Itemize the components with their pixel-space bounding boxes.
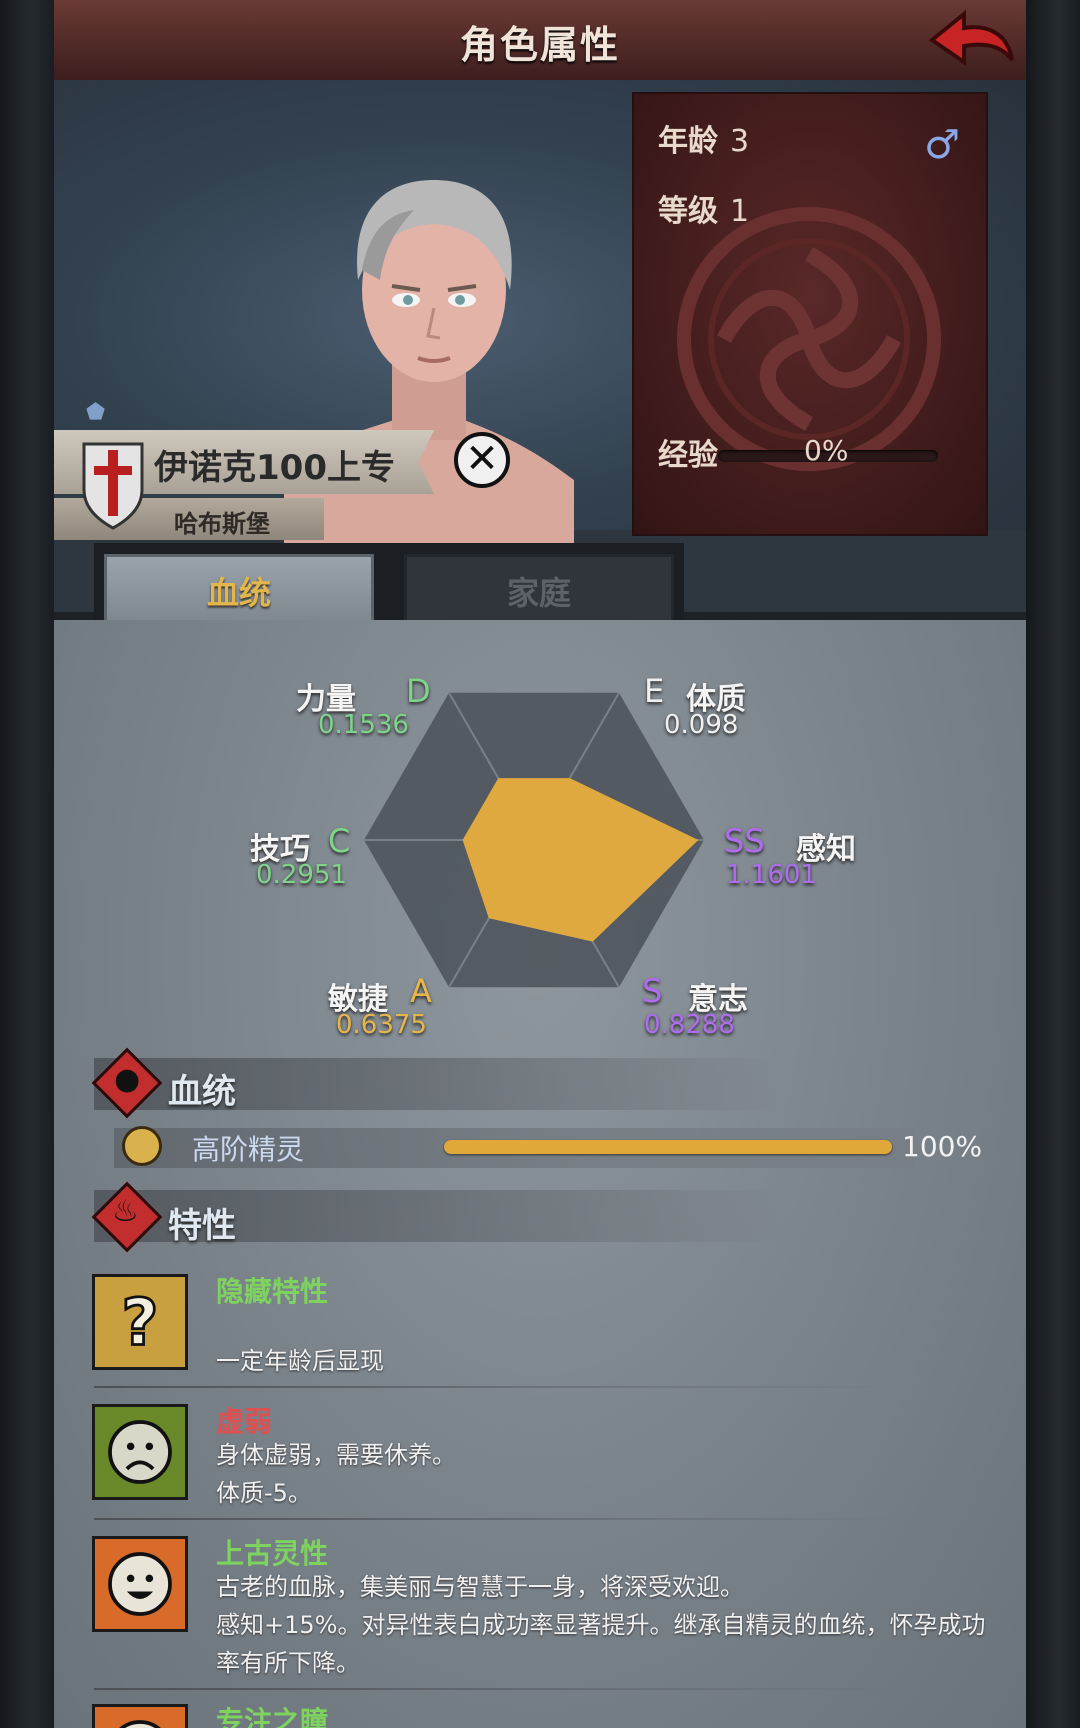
eye-icon[interactable] <box>92 1704 188 1728</box>
attr-grade-perception: SS <box>724 822 765 860</box>
tab-family[interactable]: 家庭 <box>404 554 674 626</box>
svg-text:?: ? <box>122 1287 159 1361</box>
trait-name-hidden: 隐藏特性 <box>216 1275 329 1308</box>
question-mark-icon[interactable]: ? <box>92 1274 188 1370</box>
trait-name-weak: 虚弱 <box>216 1405 273 1438</box>
left-border <box>0 0 54 1728</box>
info-card: 年龄 3 ♂ 等级 1 经验 0% <box>632 92 988 536</box>
rank-icon: ⬟ <box>86 400 106 425</box>
close-button[interactable]: ✕ <box>454 432 510 488</box>
attr-value-will: 0.8288 <box>644 1010 735 1040</box>
level-value: 1 <box>730 194 750 229</box>
back-button[interactable] <box>922 4 1018 76</box>
sad-face-icon[interactable] <box>92 1404 188 1500</box>
trait-desc-hidden: 一定年龄后显现 <box>216 1347 384 1375</box>
level-row: 等级 1 <box>658 186 749 230</box>
age-row: 年龄 3 <box>658 116 749 160</box>
attr-grade-agility: A <box>410 972 432 1010</box>
attr-value-constitution: 0.098 <box>664 710 739 740</box>
exp-percent: 0% <box>804 434 849 467</box>
trait-name-ancient: 上古灵性 <box>216 1537 329 1570</box>
elf-lineage-icon <box>122 1126 162 1166</box>
character-name: 伊诺克100上专 <box>154 448 395 488</box>
attr-grade-skill: C <box>328 822 351 860</box>
age-value: 3 <box>730 124 750 159</box>
shield-icon <box>82 442 144 530</box>
attr-grade-strength: D <box>406 672 431 710</box>
header-bar: 角色属性 <box>54 0 1026 83</box>
age-label: 年龄 <box>658 124 718 159</box>
male-icon: ♂ <box>924 122 960 168</box>
attr-value-skill: 0.2951 <box>256 860 347 890</box>
fire-glyph: ♨ <box>112 1194 139 1229</box>
tab-lineage[interactable]: 血统 <box>104 554 374 626</box>
trait-divider <box>94 1518 894 1520</box>
attr-value-agility: 0.6375 <box>336 1010 427 1040</box>
exp-label: 经验 <box>658 438 718 473</box>
level-label: 等级 <box>658 194 718 229</box>
trait-name-focus: 专注之瞳 <box>216 1705 329 1728</box>
attr-grade-will: S <box>642 972 663 1010</box>
page-title: 角色属性 <box>459 23 620 67</box>
attr-value-perception: 1.1601 <box>726 860 817 890</box>
trait-desc-weak-2: 体质-5。 <box>216 1479 312 1507</box>
attr-value-strength: 0.1536 <box>318 710 409 740</box>
right-border <box>1026 0 1080 1728</box>
happy-face-icon[interactable] <box>92 1536 188 1632</box>
trait-divider <box>94 1688 894 1690</box>
traits-section-title: 特性 <box>168 1206 236 1246</box>
trait-desc-ancient-1: 古老的血脉，集美丽与智慧于一身，将深受欢迎。 <box>216 1573 744 1601</box>
character-place: 哈布斯堡 <box>174 510 270 538</box>
lineage-section-title: 血统 <box>168 1072 236 1112</box>
lineage-bar <box>444 1140 892 1154</box>
trait-divider <box>94 1386 894 1388</box>
screen-frame: 角色属性 ⬟ 伊诺克100上专 哈布斯堡 ✕ 年龄 3 ♂ 等级 1 经验 0%… <box>54 0 1026 1728</box>
attr-grade-constitution: E <box>644 672 665 710</box>
trait-desc-weak-1: 身体虚弱，需要休养。 <box>216 1441 456 1469</box>
lineage-name: 高阶精灵 <box>192 1133 305 1166</box>
back-arrow-icon <box>928 9 1014 66</box>
blood-drop-glyph: ● <box>114 1062 141 1097</box>
lineage-percent: 100% <box>902 1130 983 1163</box>
trait-desc-ancient-2: 感知+15%。对异性表白成功率显著提升。继承自精灵的血统，怀孕成功率有所下降。 <box>216 1611 986 1677</box>
